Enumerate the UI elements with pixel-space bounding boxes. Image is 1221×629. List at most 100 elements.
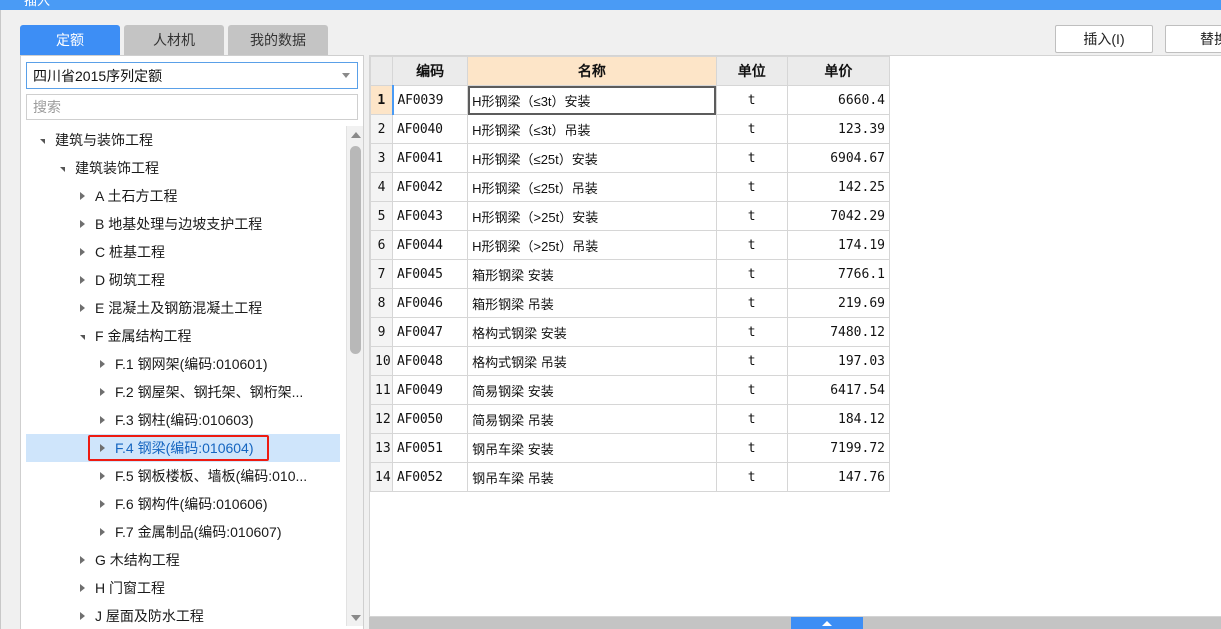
cell-code[interactable]: AF0042 — [392, 172, 469, 202]
table-row[interactable]: 11 AF0049 简易钢梁 安装 t 6417.54 — [370, 375, 891, 405]
cell-idx[interactable]: 10 — [370, 346, 394, 376]
table-row[interactable]: 8 AF0046 箱形钢梁 吊装 t 219.69 — [370, 288, 891, 318]
column-header-price[interactable]: 单价 — [786, 56, 891, 86]
cell-price[interactable]: 6417.54 — [786, 375, 891, 405]
cell-idx[interactable]: 13 — [370, 433, 394, 463]
tree-collapsed-icon[interactable] — [74, 602, 90, 626]
quota-library-select[interactable]: 四川省2015序列定额 — [26, 62, 358, 89]
tree-collapsed-icon[interactable] — [74, 574, 90, 602]
cell-idx[interactable]: 2 — [370, 114, 394, 144]
tree-node-4[interactable]: C 桩基工程 — [26, 238, 340, 266]
table-row[interactable]: 14 AF0052 钢吊车梁 吊装 t 147.76 — [370, 462, 891, 492]
cell-price[interactable]: 219.69 — [786, 288, 891, 318]
tree-expanded-icon[interactable] — [54, 154, 70, 182]
cell-unit[interactable]: t — [715, 259, 788, 289]
cell-unit[interactable]: t — [715, 346, 788, 376]
table-row[interactable]: 5 AF0043 H形钢梁（>25t）安装 t 7042.29 — [370, 201, 891, 231]
tree-node-6[interactable]: E 混凝土及钢筋混凝土工程 — [26, 294, 340, 322]
column-header-name[interactable]: 名称 — [467, 56, 717, 86]
tree-collapsed-icon[interactable] — [74, 266, 90, 294]
cell-price[interactable]: 174.19 — [786, 230, 891, 260]
search-box[interactable] — [26, 94, 358, 120]
cell-name[interactable]: H形钢梁（≤3t）安装 — [467, 85, 717, 115]
cell-price[interactable]: 147.76 — [786, 462, 891, 492]
collapse-panel-handle[interactable] — [791, 617, 863, 629]
cell-name[interactable]: 钢吊车梁 安装 — [467, 433, 717, 463]
cell-unit[interactable]: t — [715, 404, 788, 434]
cell-price[interactable]: 123.39 — [786, 114, 891, 144]
cell-idx[interactable]: 7 — [370, 259, 394, 289]
tree-node-16[interactable]: H 门窗工程 — [26, 574, 340, 602]
tree-collapsed-icon[interactable] — [74, 182, 90, 210]
tree-node-2[interactable]: A 土石方工程 — [26, 182, 340, 210]
cell-unit[interactable]: t — [715, 85, 788, 115]
cell-unit[interactable]: t — [715, 230, 788, 260]
tree-collapsed-icon[interactable] — [74, 238, 90, 266]
cell-code[interactable]: AF0046 — [392, 288, 469, 318]
cell-idx[interactable]: 3 — [370, 143, 394, 173]
tree-collapsed-icon[interactable] — [94, 406, 110, 434]
tree-node-0[interactable]: 建筑与装饰工程 — [26, 126, 340, 154]
cell-price[interactable]: 6904.67 — [786, 143, 891, 173]
tree-node-17[interactable]: J 屋面及防水工程 — [26, 602, 340, 626]
cell-name[interactable]: H形钢梁（≤3t）吊装 — [467, 114, 717, 144]
cell-price[interactable]: 142.25 — [786, 172, 891, 202]
scroll-down-icon[interactable] — [347, 609, 364, 626]
cell-code[interactable]: AF0045 — [392, 259, 469, 289]
cell-idx[interactable]: 6 — [370, 230, 394, 260]
tree-node-8[interactable]: F.1 钢网架(编码:010601) — [26, 350, 340, 378]
cell-name[interactable]: 钢吊车梁 吊装 — [467, 462, 717, 492]
tree-node-13[interactable]: F.6 钢构件(编码:010606) — [26, 490, 340, 518]
tree-node-9[interactable]: F.2 钢屋架、钢托架、钢桁架... — [26, 378, 340, 406]
cell-name[interactable]: H形钢梁（>25t）吊装 — [467, 230, 717, 260]
column-header-idx[interactable] — [370, 56, 394, 86]
tree-collapsed-icon[interactable] — [94, 518, 110, 546]
cell-code[interactable]: AF0052 — [392, 462, 469, 492]
cell-code[interactable]: AF0044 — [392, 230, 469, 260]
search-input[interactable] — [27, 95, 357, 119]
table-row[interactable]: 9 AF0047 格构式钢梁 安装 t 7480.12 — [370, 317, 891, 347]
table-row[interactable]: 4 AF0042 H形钢梁（≤25t）吊装 t 142.25 — [370, 172, 891, 202]
cell-price[interactable]: 7766.1 — [786, 259, 891, 289]
insert-button[interactable]: 插入(I) — [1055, 25, 1153, 53]
cell-idx[interactable]: 8 — [370, 288, 394, 318]
cell-unit[interactable]: t — [715, 114, 788, 144]
cell-unit[interactable]: t — [715, 143, 788, 173]
tree-collapsed-icon[interactable] — [94, 462, 110, 490]
cell-unit[interactable]: t — [715, 317, 788, 347]
cell-idx[interactable]: 11 — [370, 375, 394, 405]
tree-node-10[interactable]: F.3 钢柱(编码:010603) — [26, 406, 340, 434]
tree-expanded-icon[interactable] — [74, 322, 90, 350]
column-header-code[interactable]: 编码 — [392, 56, 469, 86]
table-row[interactable]: 6 AF0044 H形钢梁（>25t）吊装 t 174.19 — [370, 230, 891, 260]
quota-tree-scrollbar[interactable] — [346, 126, 363, 626]
cell-price[interactable]: 184.12 — [786, 404, 891, 434]
tab-2[interactable]: 我的数据 — [228, 25, 328, 55]
tab-1[interactable]: 人材机 — [124, 25, 224, 55]
cell-name[interactable]: H形钢梁（≤25t）吊装 — [467, 172, 717, 202]
tree-node-15[interactable]: G 木结构工程 — [26, 546, 340, 574]
table-row[interactable]: 2 AF0040 H形钢梁（≤3t）吊装 t 123.39 — [370, 114, 891, 144]
cell-unit[interactable]: t — [715, 433, 788, 463]
cell-code[interactable]: AF0048 — [392, 346, 469, 376]
cell-price[interactable]: 6660.4 — [786, 85, 891, 115]
tree-collapsed-icon[interactable] — [94, 378, 110, 406]
cell-unit[interactable]: t — [715, 201, 788, 231]
tree-node-14[interactable]: F.7 金属制品(编码:010607) — [26, 518, 340, 546]
table-row[interactable]: 1 AF0039 H形钢梁（≤3t）安装 t 6660.4 — [370, 85, 891, 115]
cell-unit[interactable]: t — [715, 172, 788, 202]
table-row[interactable]: 13 AF0051 钢吊车梁 安装 t 7199.72 — [370, 433, 891, 463]
scroll-up-icon[interactable] — [347, 126, 364, 143]
cell-code[interactable]: AF0049 — [392, 375, 469, 405]
tree-node-3[interactable]: B 地基处理与边坡支护工程 — [26, 210, 340, 238]
cell-unit[interactable]: t — [715, 288, 788, 318]
cell-code[interactable]: AF0040 — [392, 114, 469, 144]
cell-name[interactable]: 格构式钢梁 安装 — [467, 317, 717, 347]
cell-code[interactable]: AF0041 — [392, 143, 469, 173]
table-row[interactable]: 12 AF0050 简易钢梁 吊装 t 184.12 — [370, 404, 891, 434]
scrollbar-thumb[interactable] — [350, 146, 361, 354]
tree-collapsed-icon[interactable] — [94, 350, 110, 378]
tree-collapsed-icon[interactable] — [94, 434, 110, 462]
tree-node-12[interactable]: F.5 钢板楼板、墙板(编码:010... — [26, 462, 340, 490]
tree-node-11[interactable]: F.4 钢梁(编码:010604) — [26, 434, 340, 462]
